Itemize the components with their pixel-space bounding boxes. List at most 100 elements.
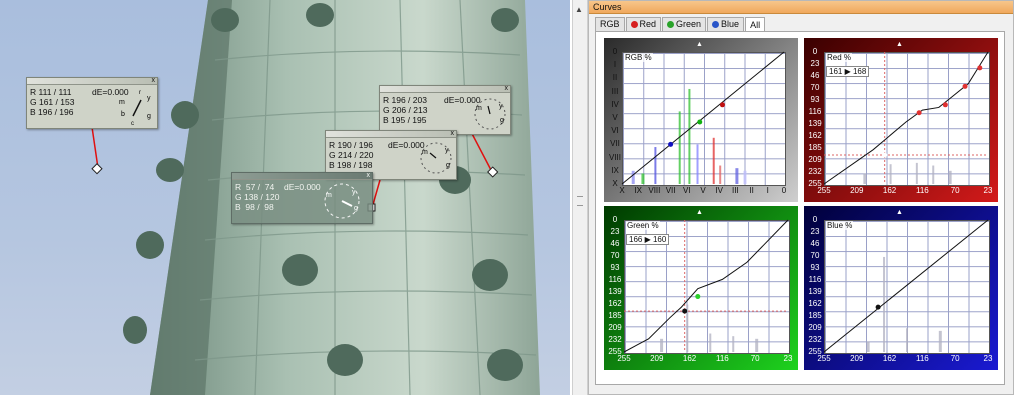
histogram-bar [889,164,892,184]
color-dial-icon: m y b g c r [119,90,151,126]
curve-line[interactable] [621,51,785,185]
color-probe-2[interactable]: x R 196 / 203 G 206 / 213 B 195 / 195 dE=0… [379,85,511,135]
image-canvas[interactable]: x R 111 / 111 G 161 / 153 B 196 / 196 dE=0… [0,0,570,395]
probe-b-value: B 195 / 195 [383,115,427,125]
y-tick-label: 46 [810,239,820,248]
y-tick-label: 46 [610,239,620,248]
y-tick-label: 93 [810,95,820,104]
y-tick-label: 0 [812,47,818,56]
close-icon[interactable]: x [451,130,455,137]
y-tick-label: 232 [608,335,622,344]
y-tick-label: 185 [808,143,822,152]
y-tick-label: 116 [608,275,622,284]
histogram-bar [735,168,739,184]
color-dial-icon: m y g [324,183,360,219]
color-dial-icon: m y g [420,142,452,174]
x-tick-label: 23 [783,354,793,363]
chevron-up-icon[interactable]: ▲ [575,5,583,14]
histogram-bar [688,88,691,184]
curve-line[interactable] [623,219,789,353]
probe-titlebar[interactable] [380,86,510,93]
x-tick-label: 162 [682,354,697,363]
close-icon[interactable]: x [505,85,509,92]
close-icon[interactable]: x [367,172,371,179]
histogram-bar [678,111,681,184]
probe-values: R 196 / 203 G 206 / 213 B 195 / 195 [383,95,427,125]
histogram-bar [641,173,645,184]
y-tick-label: III [611,86,619,96]
curve-node[interactable] [695,294,701,300]
tab-red[interactable]: Red [625,17,662,31]
y-tick-label: 209 [608,323,622,332]
histogram-bar [755,338,759,352]
histogram-bar [654,147,657,184]
curve-node[interactable] [942,102,948,108]
x-tick-label: 0 [781,186,787,195]
color-probe-1[interactable]: x R 111 / 111 G 161 / 153 B 196 / 196 dE=0… [26,77,158,129]
y-tick-label: VI [611,126,619,136]
panel-title: Curves [589,1,1013,14]
curves-panel: Curves RGB Red Green Blue All ▲ RGB % 0I… [588,0,1014,395]
curve-node[interactable] [882,152,888,158]
probe-g-value: G 214 / 220 [329,150,374,160]
histogram-bar [709,333,712,352]
svg-text:y: y [352,189,356,196]
svg-text:y: y [499,103,503,110]
histogram-bar [948,170,952,184]
close-icon[interactable]: x [152,77,156,84]
y-tick-label: 116 [808,275,822,284]
curve-line[interactable] [823,51,989,185]
probe-titlebar[interactable] [232,173,372,180]
histogram-bar [932,165,935,184]
y-tick-label: 0 [812,215,818,224]
x-tick-label: 255 [617,354,631,363]
tab-blue[interactable]: Blue [707,17,745,31]
probe-titlebar[interactable] [326,131,456,138]
color-probe-4[interactable]: x R 57 / 74 G 138 / 120 B 98 / 98 dE=0.000… [231,172,373,224]
probe-g-value: G 206 / 213 [383,105,428,115]
y-tick-label: 162 [608,299,622,308]
panel-splitter[interactable]: ▲ [572,0,588,395]
tab-all[interactable]: All [745,17,766,32]
x-tick-label: 116 [916,354,929,363]
y-tick-label: 46 [810,71,820,80]
probe-b-value: B 198 / 198 [329,160,373,170]
red-dot-icon [630,21,638,28]
curve-node[interactable] [977,65,983,71]
y-tick-label: 23 [610,227,620,236]
x-tick-label: 209 [850,186,864,195]
probe-titlebar[interactable] [27,78,157,85]
curve-node[interactable] [682,308,688,314]
curve-node[interactable] [697,119,703,125]
tab-rgb[interactable]: RGB [595,17,625,31]
y-tick-label: I [613,60,617,70]
splitter-grip[interactable] [577,196,583,206]
histogram-bar [631,170,635,184]
probe-values: R 190 / 196 G 214 / 220 B 198 / 198 [329,140,373,170]
y-tick-label: 162 [808,131,822,140]
tab-green[interactable]: Green [662,17,707,31]
y-tick-label: VII [610,139,620,149]
curve-node[interactable] [668,141,674,147]
green-curve-graph [623,219,789,353]
y-tick-label: 70 [810,83,820,92]
curve-node[interactable] [875,304,881,310]
x-tick-label: 209 [650,354,664,363]
blue-curve-graph [823,219,989,353]
y-tick-label: 139 [808,119,822,128]
histogram-bar [712,137,715,184]
histogram-bar [938,330,942,352]
curve-node[interactable] [719,102,725,108]
x-tick-label: 209 [850,354,864,363]
probe-b-value: B 98 / 98 [235,202,274,212]
svg-text:g: g [354,205,358,212]
tab-label: All [750,19,761,30]
curve-node[interactable] [962,83,968,89]
y-tick-label: IV [611,99,619,109]
y-tick-label: VIII [608,152,621,162]
curve-node[interactable] [916,110,922,116]
y-tick-label: 0 [612,47,618,56]
x-tick-label: 255 [817,354,831,363]
blue-curve-frame: ▲ Blue % 0 23 46 70 93 116 139 162 185 209 232 255 2… [804,206,998,370]
histogram-bar [732,336,735,352]
